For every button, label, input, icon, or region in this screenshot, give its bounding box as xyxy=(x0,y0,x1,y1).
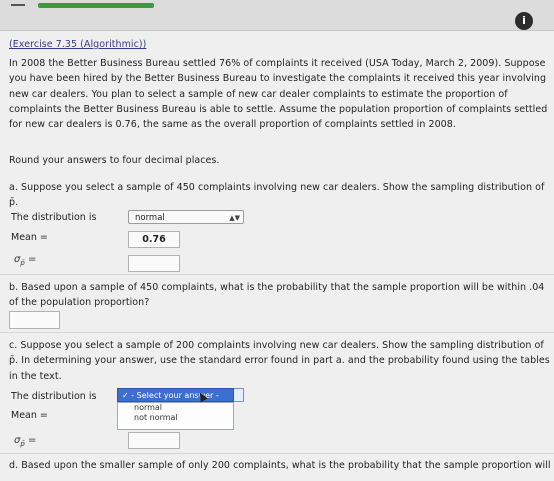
updown-arrows-icon: ▲▼ xyxy=(229,214,240,222)
question-line: a. Suppose you select a sample of 450 co… xyxy=(9,182,545,193)
question-line: in the text. xyxy=(9,370,62,382)
intro-paragraph: In 2008 the Better Business Bureau settl… xyxy=(9,56,548,132)
sigma-subscript: p̄ xyxy=(20,259,25,267)
select-value: normal xyxy=(135,213,165,223)
question-line: of the population proportion? xyxy=(9,297,150,309)
question-line: d. Based upon the smaller sample of only… xyxy=(9,460,551,471)
part-a-distribution-label: The distribution is xyxy=(11,212,97,223)
intro-line: new car dealers. You plan to select a sa… xyxy=(9,88,508,100)
equals-sign: = xyxy=(27,435,37,446)
minimize-icon[interactable] xyxy=(11,4,25,6)
homework-page: i (Exercise 7.35 (Algorithmic)) In 2008 … xyxy=(0,0,554,481)
section-divider xyxy=(0,453,554,454)
question-line: p̄. xyxy=(9,197,19,209)
part-c-distribution-select[interactable]: ✓ - Select your answer - xyxy=(117,388,234,402)
question-line: c. Suppose you select a sample of 200 co… xyxy=(9,340,544,351)
section-divider xyxy=(0,332,554,333)
info-icon[interactable]: i xyxy=(515,12,533,30)
question-line: b. Based upon a sample of 450 complaints… xyxy=(9,282,545,293)
part-a-distribution-select[interactable]: normal ▲▼ xyxy=(128,210,244,224)
part-c-question: c. Suppose you select a sample of 200 co… xyxy=(9,338,550,384)
part-a-question: a. Suppose you select a sample of 450 co… xyxy=(9,180,545,211)
part-c-distribution-label: The distribution is xyxy=(11,391,97,402)
part-c-dropdown-options: normal not normal xyxy=(117,402,234,430)
sigma-subscript: p̄ xyxy=(20,440,25,448)
top-bar: i xyxy=(0,0,554,31)
dropdown-option-normal[interactable]: normal xyxy=(118,403,233,413)
dropdown-toggle[interactable] xyxy=(234,388,244,402)
part-c-sigma-label: σp̄ = xyxy=(14,435,36,448)
part-b-answer-input[interactable] xyxy=(9,311,60,329)
part-a-sigma-input[interactable] xyxy=(128,255,180,272)
part-a-sigma-label: σp̄ = xyxy=(14,254,36,267)
part-c-sigma-input[interactable] xyxy=(128,432,180,449)
equals-sign: = xyxy=(27,254,37,265)
exercise-title[interactable]: (Exercise 7.35 (Algorithmic)) xyxy=(9,37,146,52)
section-divider xyxy=(0,274,554,275)
part-a-mean-label: Mean = xyxy=(11,232,48,243)
intro-line: In 2008 the Better Business Bureau settl… xyxy=(9,58,546,69)
dropdown-option-not-normal[interactable]: not normal xyxy=(118,413,233,423)
part-d-question: d. Based upon the smaller sample of only… xyxy=(9,458,551,473)
progress-fill xyxy=(38,3,154,8)
intro-line: you have been hired by the Better Busine… xyxy=(9,73,547,85)
part-b-question: b. Based upon a sample of 450 complaints… xyxy=(9,280,545,311)
progress-bar xyxy=(38,3,154,8)
intro-line: for new car dealers is 0.76, the same as… xyxy=(9,119,456,131)
rounding-instruction: Round your answers to four decimal place… xyxy=(9,155,220,166)
part-a-mean-input[interactable]: 0.76 xyxy=(128,231,180,248)
question-line: p̄. In determining your answer, use the … xyxy=(9,355,550,367)
intro-line: complaints the Better Business Bureau is… xyxy=(9,103,548,115)
part-c-mean-label: Mean = xyxy=(11,410,48,421)
